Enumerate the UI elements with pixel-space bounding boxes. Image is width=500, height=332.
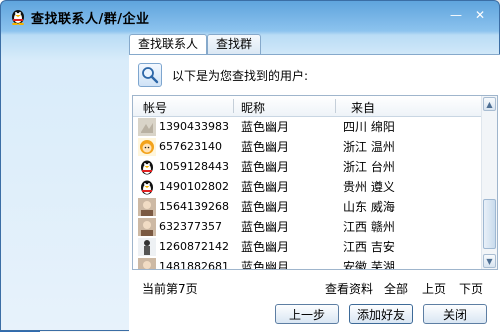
nickname-cell: 蓝色幽月 (241, 140, 290, 154)
avatar-gray-icon (138, 118, 156, 136)
current-page-text: 当前第7页 (142, 282, 198, 296)
penguin-icon (12, 10, 24, 25)
column-divider (233, 99, 234, 113)
table-row[interactable]: 657623140 蓝色幽月 浙江 温州 (133, 137, 481, 157)
nickname-cell: 蓝色幽月 (241, 180, 290, 194)
column-header-nickname[interactable]: 昵称 (241, 99, 265, 116)
column-header-account[interactable]: 帐号 (143, 99, 167, 116)
account-cell: 1481882681 (159, 260, 229, 270)
location-cell: 山东 威海 (343, 200, 395, 214)
nickname-cell: 蓝色幽月 (241, 160, 290, 174)
table-row[interactable]: 632377357 蓝色幽月 江西 赣州 (133, 217, 481, 237)
avatar-photo-icon (138, 218, 156, 236)
window-title: 查找联系人/群/企业 (31, 12, 150, 27)
find-contact-window: 查找联系人/群/企业 — ✕ 查找联系人 查找群 以下是为您查找到的用户: 帐号… (0, 0, 500, 332)
location-cell: 浙江 温州 (343, 140, 395, 154)
tab-find-group[interactable]: 查找群 (207, 34, 262, 54)
table-row[interactable]: 1260872142 蓝色幽月 江西 吉安 (133, 237, 481, 257)
table-row[interactable]: 1059128443 蓝色幽月 浙江 台州 (133, 157, 481, 177)
location-cell: 贵州 遵义 (343, 180, 395, 194)
view-details-link[interactable]: 查看资料 (325, 280, 373, 297)
nickname-cell: 蓝色幽月 (241, 260, 290, 270)
nickname-cell: 蓝色幽月 (241, 120, 290, 134)
search-icon (138, 63, 162, 87)
avatar-figure-icon (138, 238, 156, 256)
avatar-photo-icon (138, 198, 156, 216)
account-cell: 632377357 (159, 220, 222, 233)
close-button[interactable]: 关闭 (423, 304, 487, 324)
location-cell: 四川 绵阳 (343, 120, 395, 134)
next-page-link[interactable]: 下页 (459, 280, 483, 297)
results-list: 帐号 昵称 来自 1390433983 蓝色幽月 四川 绵阳 657623140 蓝色幽… (132, 95, 498, 270)
table-row[interactable]: 1481882681 蓝色幽月 安徽 芜湖 (133, 257, 481, 270)
nickname-cell: 蓝色幽月 (241, 200, 290, 214)
penguin-icon (138, 178, 156, 196)
location-cell: 江西 赣州 (343, 220, 395, 234)
tab-find-contact[interactable]: 查找联系人 (129, 34, 208, 55)
penguin-icon (138, 158, 156, 176)
account-cell: 1390433983 (159, 120, 229, 133)
scroll-thumb[interactable] (483, 199, 496, 249)
account-cell: 1059128443 (159, 160, 229, 173)
nickname-cell: 蓝色幽月 (241, 240, 290, 254)
account-cell: 657623140 (159, 140, 222, 153)
prev-page-link[interactable]: 上页 (422, 280, 446, 297)
list-rows: 1390433983 蓝色幽月 四川 绵阳 657623140 蓝色幽月 浙江 温州 105… (133, 117, 481, 270)
nickname-cell: 蓝色幽月 (241, 220, 290, 234)
column-header-location[interactable]: 来自 (351, 99, 375, 116)
table-row[interactable]: 1390433983 蓝色幽月 四川 绵阳 (133, 117, 481, 137)
account-cell: 1260872142 (159, 240, 229, 253)
avatar-cartoon-icon (138, 138, 156, 156)
list-header: 帐号 昵称 来自 (133, 96, 481, 117)
all-link[interactable]: 全部 (384, 280, 408, 297)
back-button[interactable]: 上一步 (275, 304, 339, 324)
location-cell: 江西 吉安 (343, 240, 395, 254)
account-cell: 1490102802 (159, 180, 229, 193)
column-divider (335, 99, 336, 113)
results-info-text: 以下是为您查找到的用户: (172, 69, 309, 83)
avatar-photo-icon (138, 258, 156, 269)
scroll-down-button[interactable]: ▼ (483, 254, 496, 268)
location-cell: 浙江 台州 (343, 160, 395, 174)
table-row[interactable]: 1564139268 蓝色幽月 山东 威海 (133, 197, 481, 217)
minimize-button[interactable]: — (447, 6, 465, 24)
add-friend-button[interactable]: 添加好友 (349, 304, 413, 324)
account-cell: 1564139268 (159, 200, 229, 213)
scroll-up-button[interactable]: ▲ (483, 97, 496, 111)
table-row[interactable]: 1490102802 蓝色幽月 贵州 遵义 (133, 177, 481, 197)
title-bar[interactable]: 查找联系人/群/企业 — ✕ (1, 1, 499, 31)
close-window-button[interactable]: ✕ (471, 6, 489, 24)
vertical-scrollbar[interactable]: ▲ ▼ (481, 96, 497, 269)
location-cell: 安徽 芜湖 (343, 260, 395, 270)
